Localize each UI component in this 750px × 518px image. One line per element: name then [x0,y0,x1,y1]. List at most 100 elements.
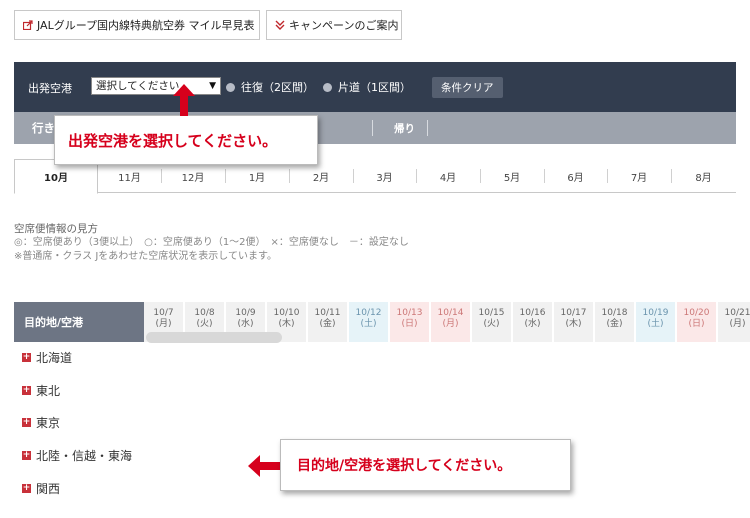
legend-note: ※普通席・クラス Jをあわせた空席状況を表示しています。 [14,251,278,262]
month-tab-label: 10月 [44,173,68,184]
mile-chart-label: JALグループ国内線特典航空券 マイル早見表 [37,19,255,32]
date-column-header: 10/12 (土) [349,302,389,342]
date-label: 10/14 [437,308,464,318]
date-label: 10/12 [355,308,382,318]
month-tab-label: 11月 [118,172,141,184]
date-column-header: 10/21 (月) [718,302,750,342]
month-tab-label: 6月 [567,172,584,184]
weekday-label: (月) [442,319,459,329]
weekday-label: (土) [360,319,377,329]
date-column-header: 10/17 (木) [554,302,594,342]
region-item[interactable]: + 東北 [22,382,60,399]
region-label: 北陸・信越・東海 [36,449,133,463]
divider [289,169,290,183]
month-tab-label: 1月 [248,172,266,184]
departure-select-value: 選択してください [96,80,180,92]
month-tab[interactable]: 6月 [544,159,607,193]
search-bar: 出発空港 選択してください ▼ 往復（2区間） 片道（1区間） 条件クリア [14,62,736,112]
weekday-label: (日) [688,319,705,329]
departure-label: 出発空港 [28,82,72,95]
date-column-header: 10/19 (土) [636,302,676,342]
radio-dot-icon [323,82,332,92]
one-way-radio[interactable]: 片道（1区間） [323,79,411,95]
date-label: 10/13 [396,308,423,318]
date-label: 10/16 [519,308,546,318]
weekday-label: (木) [565,319,582,329]
mile-chart-link[interactable]: JALグループ国内線特典航空券 マイル早見表 [14,10,260,40]
date-column-header: 10/11 (金) [308,302,348,342]
date-column-header: 10/14 (月) [431,302,471,342]
date-label: 10/17 [560,308,587,318]
date-label: 10/20 [683,308,710,318]
date-column-header: 10/16 (水) [513,302,553,342]
legend-title: 空席便情報の見方 [14,223,98,235]
divider [544,169,545,183]
weekday-label: (水) [237,319,254,329]
divider [353,169,354,183]
month-tab[interactable]: 4月 [416,159,480,193]
date-label: 10/21 [724,308,750,318]
round-trip-radio[interactable]: 往復（2区間） [226,79,314,95]
date-label: 10/9 [235,308,256,318]
date-column-header: 10/18 (金) [595,302,635,342]
weekday-label: (月) [729,319,746,329]
arrow-left-icon [248,455,280,477]
dropdown-arrow-icon: ▼ [209,81,216,91]
date-label: 10/10 [273,308,300,318]
legend-symbols: ◎：空席便あり（3便以上） ○：空席便あり（1～2便） ×：空席便なし －：設定… [14,237,409,248]
month-tab-label: 12月 [181,172,205,184]
month-tab-label: 8月 [695,172,712,184]
radio-dot-icon [226,82,235,92]
chevron-down-icon [275,20,285,30]
campaign-link[interactable]: キャンペーンのご案内 [266,10,402,40]
date-label: 10/8 [194,308,215,318]
weekday-label: (火) [196,319,213,329]
weekday-label: (火) [483,319,500,329]
month-tab[interactable]: 5月 [480,159,544,193]
divider [416,169,417,183]
region-item[interactable]: + 北陸・信越・東海 [22,447,132,464]
region-item[interactable]: + 東京 [22,414,60,431]
divider [161,169,162,183]
departure-airport-select[interactable]: 選択してください ▼ [91,77,221,95]
external-link-icon [23,20,33,30]
expand-plus-icon: + [22,385,31,395]
round-trip-label: 往復（2区間） [241,81,314,94]
divider [671,169,672,183]
month-tab[interactable]: 8月 [671,159,736,193]
inbound-tab[interactable]: 帰り [394,121,415,136]
date-label: 10/19 [642,308,669,318]
month-tab[interactable]: 3月 [353,159,416,193]
weekday-label: (土) [647,319,664,329]
destination-header: 目的地/空港 [14,302,144,342]
weekday-label: (月) [155,319,172,329]
month-tab-label: 4月 [439,172,457,184]
month-tab[interactable]: 7月 [607,159,671,193]
date-label: 10/15 [478,308,505,318]
weekday-label: (水) [524,319,541,329]
region-item[interactable]: + 関西 [22,480,60,497]
divider [427,120,428,136]
divider [372,120,373,136]
destination-callout: 目的地/空港を選択してください。 [280,439,571,491]
month-tab-label: 3月 [376,172,393,184]
region-label: 北海道 [36,351,73,365]
horizontal-scrollbar[interactable] [146,332,282,343]
expand-plus-icon: + [22,417,31,427]
availability-legend: 空席便情報の見方 ◎：空席便あり（3便以上） ○：空席便あり（1～2便） ×：空… [14,222,409,264]
campaign-label: キャンペーンのご案内 [289,19,399,32]
clear-conditions-button[interactable]: 条件クリア [432,77,503,98]
region-item[interactable]: + 北海道 [22,349,72,366]
date-column-header: 10/15 (火) [472,302,512,342]
date-column-header: 10/20 (日) [677,302,717,342]
outbound-tab[interactable]: 行き [32,120,55,136]
date-label: 10/7 [153,308,174,318]
date-label: 10/18 [601,308,628,318]
date-column-header: 10/13 (日) [390,302,430,342]
expand-plus-icon: + [22,483,31,493]
weekday-label: (金) [606,319,623,329]
weekday-label: (金) [319,319,336,329]
arrow-up-icon [173,84,195,116]
region-label: 東京 [36,416,61,430]
one-way-label: 片道（1区間） [338,81,411,94]
